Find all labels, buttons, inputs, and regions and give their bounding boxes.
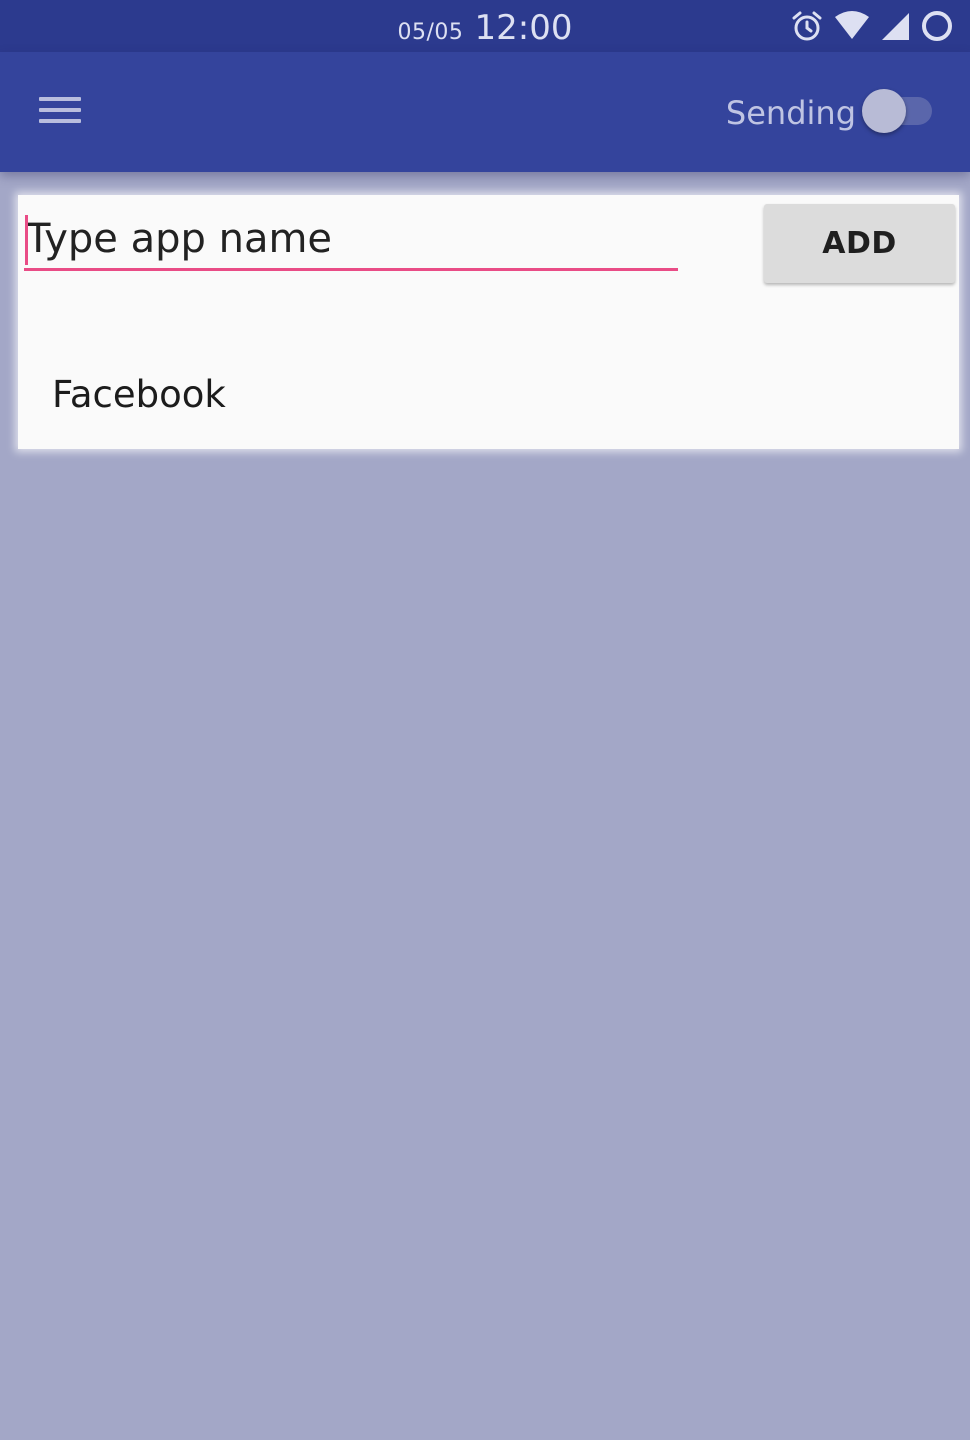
alarm-icon — [790, 9, 824, 43]
status-date: 05/05 — [397, 20, 464, 45]
app-name-input[interactable] — [24, 209, 678, 271]
status-icons — [790, 8, 954, 44]
status-time: 12:00 — [474, 8, 573, 48]
add-button[interactable]: ADD — [764, 204, 955, 283]
list-item[interactable]: Facebook — [18, 355, 959, 435]
signal-icon — [880, 11, 910, 41]
sending-toggle[interactable] — [862, 89, 934, 133]
app-bar: Sending — [0, 52, 970, 172]
menu-button[interactable] — [22, 76, 98, 144]
toggle-thumb — [862, 89, 906, 133]
sending-label: Sending — [725, 94, 856, 132]
status-bar: 05/05 12:00 — [0, 0, 970, 52]
battery-icon — [920, 9, 954, 43]
wifi-icon — [834, 11, 870, 41]
text-cursor — [25, 215, 28, 265]
menu-icon — [39, 90, 81, 130]
app-list: Facebook — [18, 355, 959, 435]
app-card: ADD Facebook — [18, 195, 959, 449]
